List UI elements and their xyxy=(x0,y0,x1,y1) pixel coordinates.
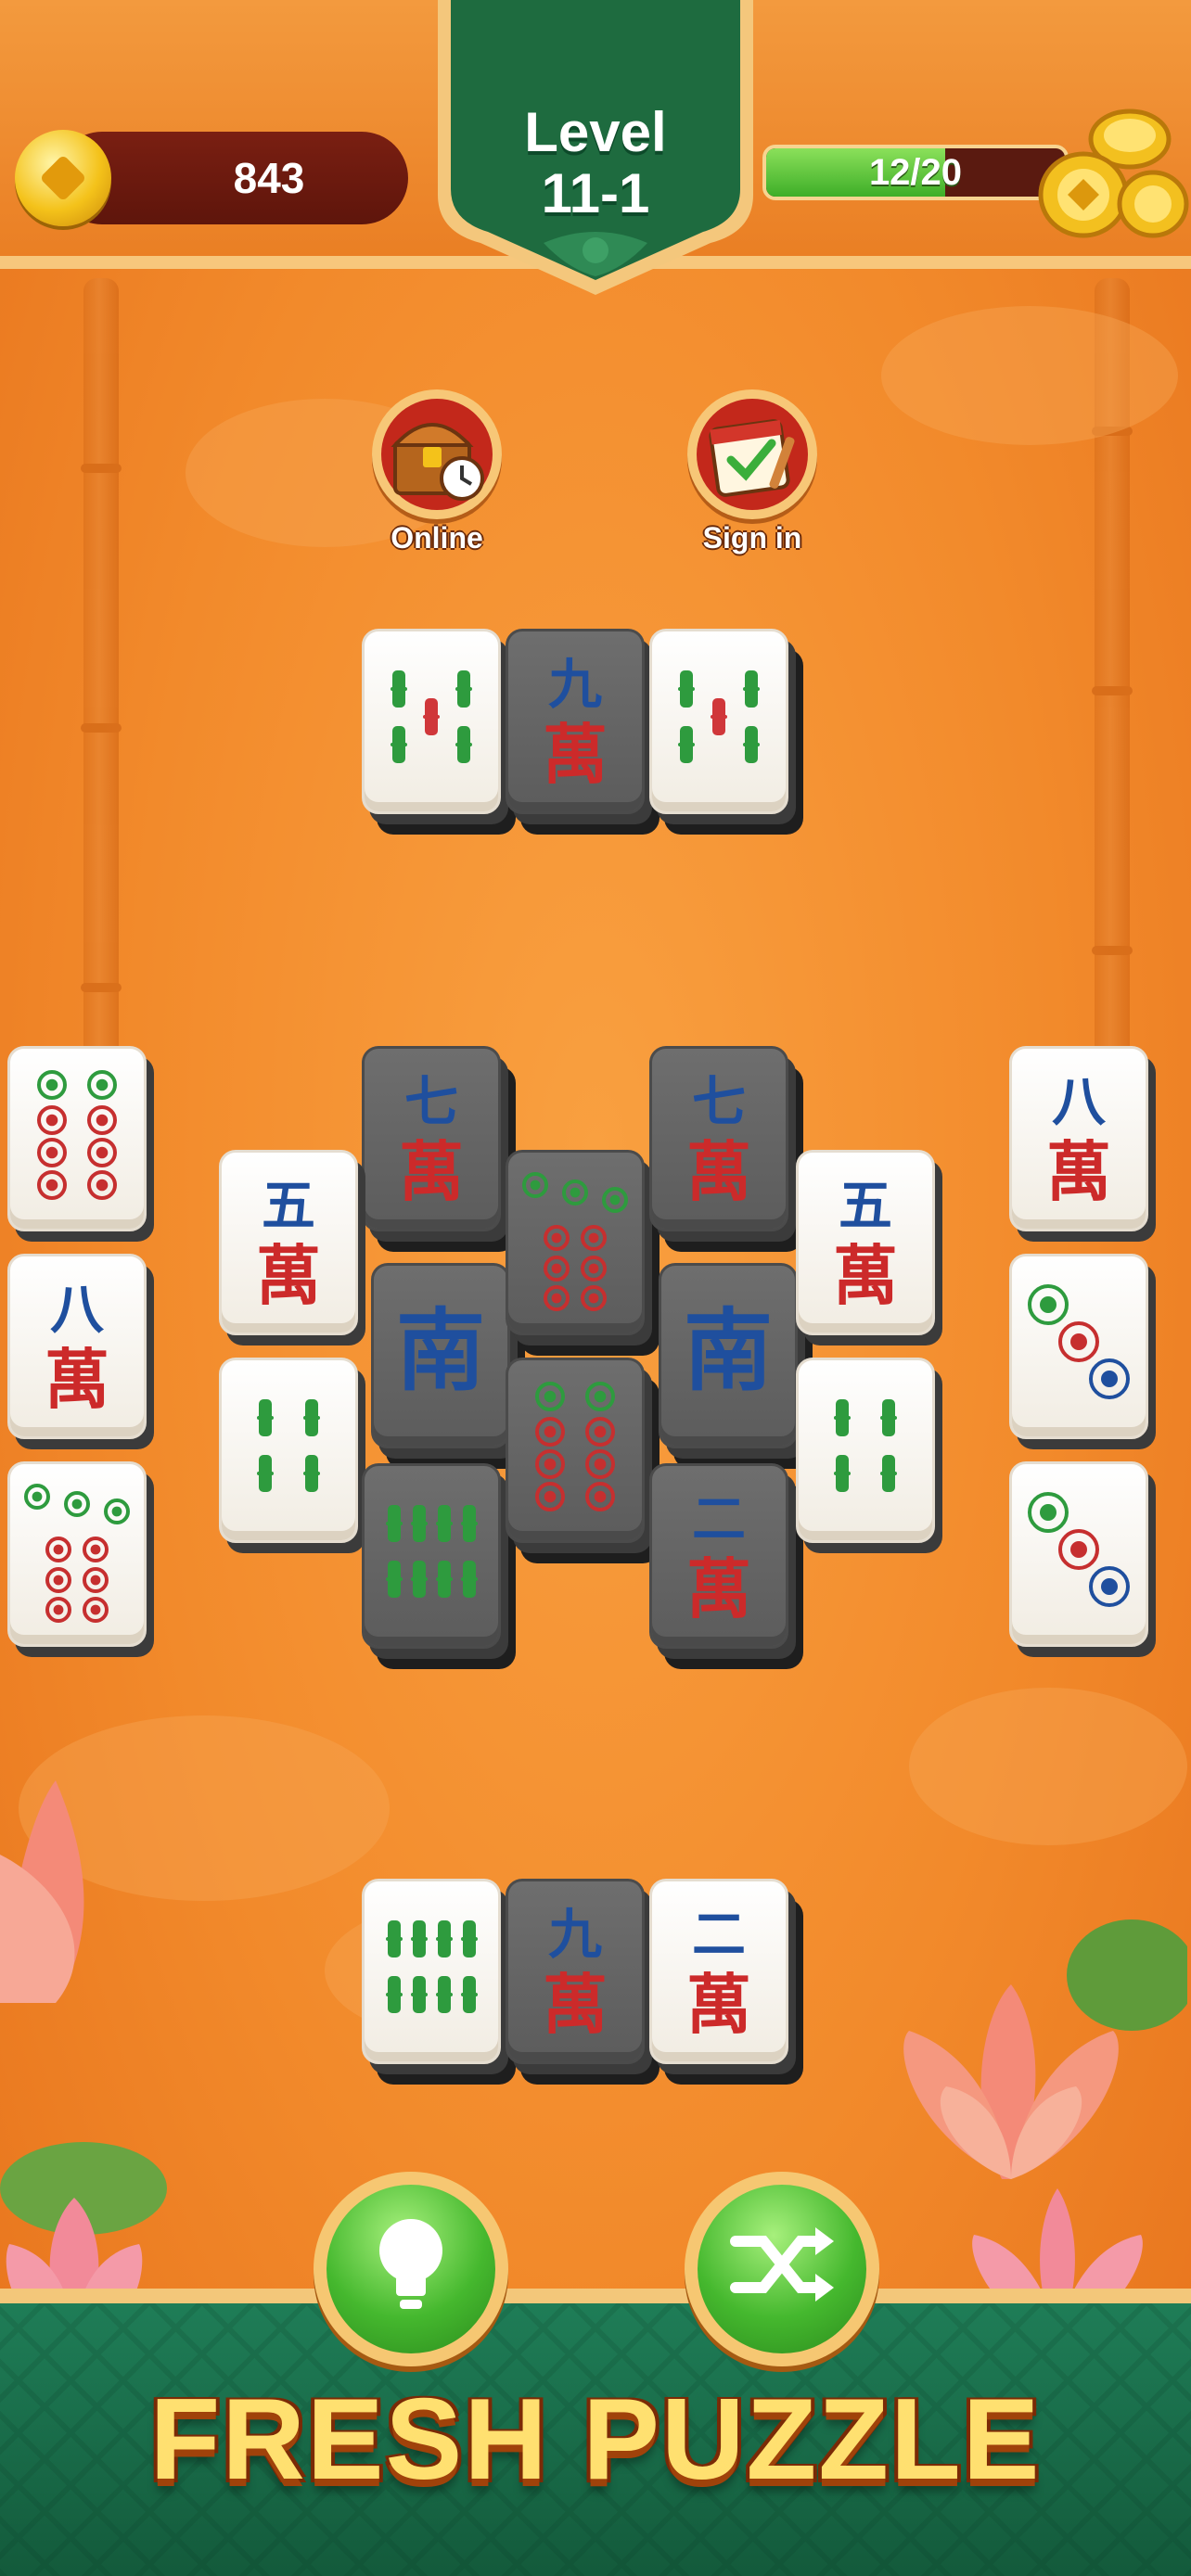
svg-text:萬: 萬 xyxy=(45,1342,109,1418)
sign-in-button[interactable]: Sign in xyxy=(673,389,831,566)
tile-face-circle xyxy=(1028,1284,1130,1399)
svg-text:萬: 萬 xyxy=(686,1551,751,1627)
tile-face-char: 九萬 xyxy=(543,1903,608,2043)
level-label: Level 11-1 xyxy=(432,102,759,224)
tile-face-bamboo xyxy=(678,670,760,763)
tile-face-circle xyxy=(37,1070,117,1200)
mahjong-tile-char-9[interactable]: 九萬 xyxy=(506,1879,660,2085)
mahjong-tile-wind-0[interactable]: 南 xyxy=(659,1263,813,1469)
svg-text:萬: 萬 xyxy=(256,1238,321,1314)
mahjong-tile-char-2[interactable]: 二萬 xyxy=(649,1463,803,1669)
tile-face-char: 二萬 xyxy=(686,1487,751,1627)
coin-value: 843 xyxy=(233,154,305,202)
tile-face-char: 五萬 xyxy=(833,1174,898,1314)
svg-text:萬: 萬 xyxy=(399,1134,464,1210)
mahjong-tile-char-2[interactable]: 二萬 xyxy=(649,1879,803,2085)
shuffle-icon xyxy=(730,2227,834,2302)
svg-text:九: 九 xyxy=(548,653,602,716)
mahjong-tile-char-7[interactable]: 七萬 xyxy=(649,1046,803,1252)
bamboo-decoration xyxy=(81,278,122,1113)
online-label: Online xyxy=(391,521,483,555)
lotus-flower-decoration xyxy=(0,1780,84,2003)
progress-label: 12/20 xyxy=(868,152,963,193)
svg-text:五: 五 xyxy=(839,1174,892,1237)
svg-text:七: 七 xyxy=(692,1070,746,1133)
mahjong-tile-circle-3[interactable] xyxy=(1009,1254,1156,1449)
tile-face-wind: 南 xyxy=(684,1299,773,1403)
mahjong-tile-char-9[interactable]: 九萬 xyxy=(506,629,660,835)
svg-text:南: 南 xyxy=(684,1299,773,1403)
mahjong-tile-circle-8[interactable] xyxy=(506,1358,660,1563)
svg-text:八: 八 xyxy=(1052,1070,1107,1133)
treasure-chest-icon xyxy=(391,423,484,501)
mahjong-tile-char-5[interactable]: 五萬 xyxy=(219,1150,365,1345)
svg-text:南: 南 xyxy=(396,1299,485,1403)
tile-face-char: 九萬 xyxy=(543,653,608,793)
tile-face-bamboo xyxy=(386,1920,478,2013)
mahjong-tile-bamboo-8[interactable] xyxy=(362,1463,516,1669)
tile-face-bamboo xyxy=(257,1399,320,1492)
tile-face-char: 七萬 xyxy=(686,1070,751,1210)
svg-text:五: 五 xyxy=(262,1174,315,1237)
svg-text:二: 二 xyxy=(692,1487,746,1550)
mahjong-tile-circle-3[interactable] xyxy=(1009,1461,1156,1657)
coin-icon xyxy=(15,130,111,226)
mahjong-tile-char-5[interactable]: 五萬 xyxy=(796,1150,942,1345)
mahjong-tile-circle-9[interactable] xyxy=(506,1150,660,1356)
hint-button[interactable] xyxy=(314,2172,508,2366)
svg-text:萬: 萬 xyxy=(686,1134,751,1210)
tile-face-circle xyxy=(535,1382,615,1511)
mahjong-tile-circle-8[interactable] xyxy=(7,1046,154,1242)
mahjong-tile-bamboo-5[interactable] xyxy=(362,629,516,835)
tile-face-bamboo xyxy=(386,1505,478,1598)
svg-text:萬: 萬 xyxy=(543,717,608,793)
shuffle-button[interactable] xyxy=(685,2172,879,2366)
cloud-decoration xyxy=(881,306,1178,445)
lotus-flower-decoration xyxy=(903,1919,1187,2179)
calendar-check-icon xyxy=(709,419,795,497)
tile-face-bamboo xyxy=(391,670,472,763)
svg-text:七: 七 xyxy=(404,1070,458,1133)
svg-text:萬: 萬 xyxy=(1046,1134,1111,1210)
mahjong-tile-wind-0[interactable]: 南 xyxy=(371,1263,525,1469)
tile-face-char: 八萬 xyxy=(1046,1070,1111,1210)
game-board: 843 Level 11-1 12/20 Online Sign in 九 萬 … xyxy=(0,0,1191,2576)
tile-face-bamboo xyxy=(834,1399,897,1492)
tile-face-circle xyxy=(1028,1492,1130,1607)
svg-text:二: 二 xyxy=(692,1903,746,1966)
level-title: Level xyxy=(524,101,667,163)
mahjong-tile-bamboo-8[interactable] xyxy=(362,1879,516,2085)
online-reward-button[interactable]: Online xyxy=(358,389,516,566)
svg-text:萬: 萬 xyxy=(833,1238,898,1314)
svg-text:八: 八 xyxy=(50,1278,105,1341)
level-number: 11-1 xyxy=(541,162,650,224)
tile-face-circle xyxy=(24,1484,130,1623)
mahjong-tile-char-8[interactable]: 八萬 xyxy=(7,1254,154,1449)
sign-in-label: Sign in xyxy=(702,521,802,555)
tile-face-wind: 南 xyxy=(396,1299,485,1403)
svg-text:萬: 萬 xyxy=(543,1967,608,2043)
tile-face-circle xyxy=(522,1172,628,1311)
mahjong-tile-bamboo-4[interactable] xyxy=(796,1358,942,1553)
mahjong-tile-bamboo-5[interactable] xyxy=(649,629,803,835)
mahjong-tile-char-7[interactable]: 七萬 xyxy=(362,1046,516,1252)
promo-tagline: FRESH PUZZLE xyxy=(149,2376,1042,2504)
mahjong-tile-circle-9[interactable] xyxy=(7,1461,154,1657)
tile-face-char: 二萬 xyxy=(686,1903,751,2043)
tile-face-char: 八萬 xyxy=(45,1278,109,1418)
svg-text:九: 九 xyxy=(548,1903,602,1966)
tile-face-char: 五萬 xyxy=(256,1174,321,1314)
cloud-decoration xyxy=(909,1688,1187,1845)
mahjong-tile-char-8[interactable]: 八萬 xyxy=(1009,1046,1156,1242)
svg-text:萬: 萬 xyxy=(686,1967,751,2043)
coin-pile-icon[interactable] xyxy=(1028,102,1191,250)
mahjong-tile-bamboo-4[interactable] xyxy=(219,1358,365,1553)
lightbulb-icon xyxy=(379,2219,442,2309)
tile-face-char: 七萬 xyxy=(399,1070,464,1210)
